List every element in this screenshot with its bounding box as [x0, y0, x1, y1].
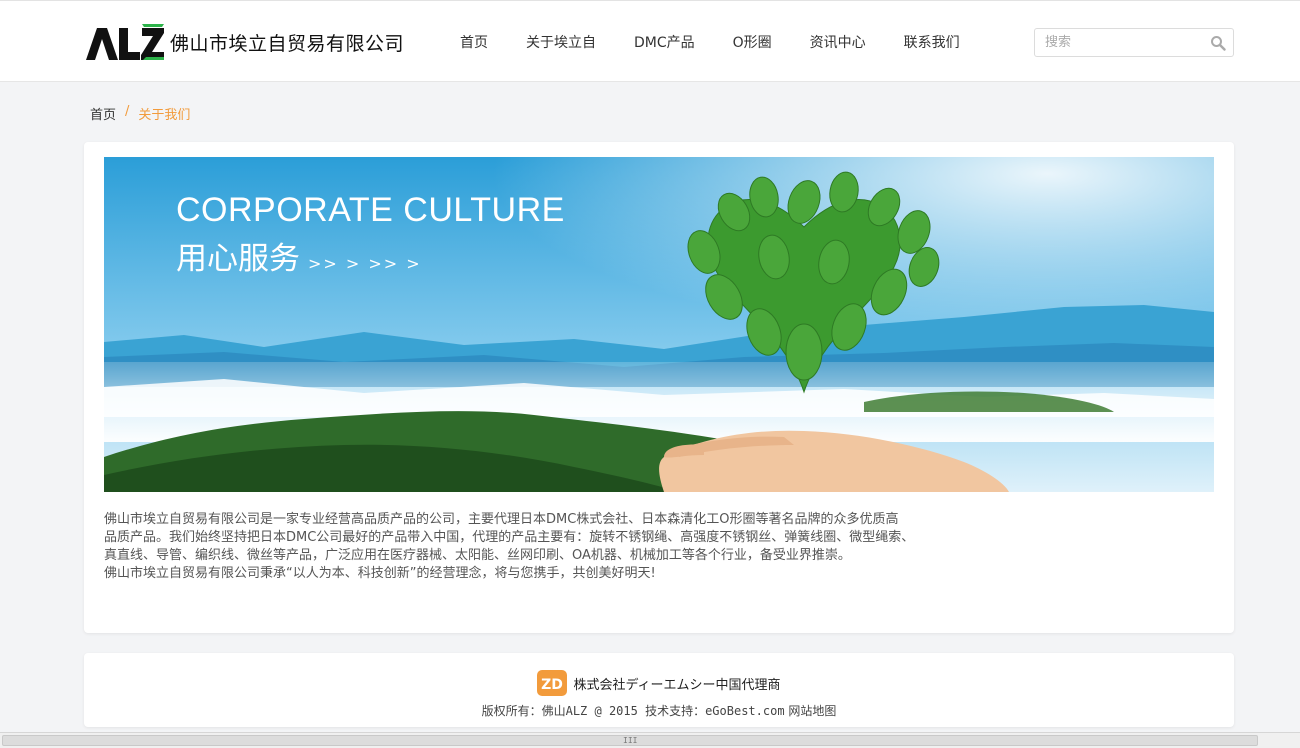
about-line: 佛山市埃立自贸易有限公司是一家专业经营高品质产品的公司，主要代理日本DMC株式会…	[104, 512, 899, 527]
banner-title: CORPORATE CULTURE	[176, 191, 565, 229]
main-nav: 首页 关于埃立自 DMC产品 O形圈 资讯中心 联系我们	[460, 1, 998, 83]
nav-o-rings[interactable]: O形圈	[733, 32, 772, 52]
about-line: 真直线、导管、编织线、微丝等产品，广泛应用在医疗器械、太阳能、丝网印刷、OA机器…	[104, 548, 851, 563]
footer: ZD 株式会社ディーエムシー中国代理商 版权所有：佛山ALZ @ 2015 技术…	[84, 653, 1234, 727]
breadcrumb-separator: /	[125, 104, 130, 119]
breadcrumb-home[interactable]: 首页	[90, 104, 116, 123]
site-logo[interactable]: 佛山市埃立自贸易有限公司	[86, 24, 404, 60]
alz-logo-mark	[86, 24, 164, 60]
banner-arrows: >> > >> >	[308, 254, 422, 273]
nav-contact[interactable]: 联系我们	[904, 32, 960, 52]
banner-subtitle-text: 用心服务	[176, 241, 300, 277]
about-card: CORPORATE CULTURE 用心服务 >> > >> > 佛山市埃立自贸易…	[84, 142, 1234, 633]
scrollbar-thumb[interactable]: III	[2, 735, 1258, 746]
search-box	[1034, 28, 1234, 57]
sitemap-link[interactable]: 网站地图	[788, 704, 836, 718]
nav-news[interactable]: 资讯中心	[810, 32, 866, 52]
about-line: 佛山市埃立自贸易有限公司秉承“以人为本、科技创新”的经营理念，将与您携手，共创美…	[104, 566, 656, 581]
dmc-partner-logo: ZD	[537, 670, 568, 696]
horizontal-scrollbar[interactable]: III	[0, 732, 1260, 748]
breadcrumb-current: 关于我们	[138, 108, 191, 123]
svg-text:ZD: ZD	[542, 677, 564, 693]
about-line: 品质产品。我们始终坚持把日本DMC公司最好的产品带入中国，代理的产品主要有：旋转…	[104, 530, 915, 545]
top-navbar: 佛山市埃立自贸易有限公司 首页 关于埃立自 DMC产品 O形圈 资讯中心 联系我…	[0, 0, 1300, 82]
nav-about[interactable]: 关于埃立自	[526, 32, 596, 52]
company-name: 佛山市埃立自贸易有限公司	[170, 32, 405, 55]
corporate-culture-banner: CORPORATE CULTURE 用心服务 >> > >> >	[104, 157, 1214, 492]
search-input[interactable]	[1035, 29, 1200, 56]
scrollbar-corner	[1260, 732, 1300, 748]
copyright: 版权所有：佛山ALZ @ 2015 技术支持：eGoBest.com 网站地图	[84, 702, 1234, 719]
partner-text: 株式会社ディーエムシー中国代理商	[573, 677, 781, 693]
breadcrumb: 首页 / 关于我们	[90, 104, 190, 123]
search-icon[interactable]	[1210, 35, 1226, 51]
partner-info: ZD 株式会社ディーエムシー中国代理商	[84, 670, 1234, 696]
banner-subtitle: 用心服务 >> > >> >	[176, 233, 422, 278]
copyright-label: 版权所有：	[481, 704, 542, 718]
nav-dmc-products[interactable]: DMC产品	[634, 32, 695, 52]
about-text: 佛山市埃立自贸易有限公司是一家专业经营高品质产品的公司，主要代理日本DMC株式会…	[104, 511, 984, 583]
nav-home[interactable]: 首页	[460, 32, 488, 52]
copyright-body: 佛山ALZ @ 2015 技术支持：eGoBest.com	[541, 704, 785, 718]
scrollbar-grip: III	[623, 736, 638, 745]
